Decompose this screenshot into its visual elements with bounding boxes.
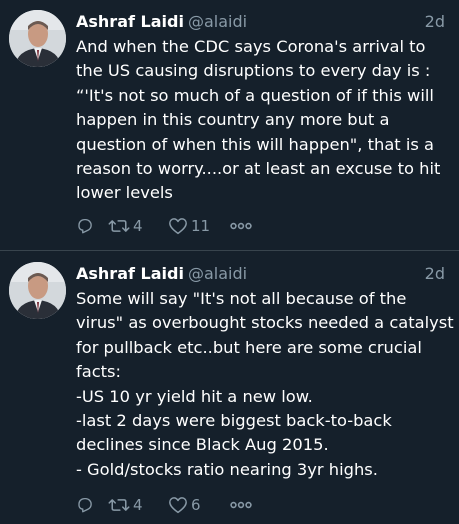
avatar[interactable] [9,262,66,319]
like-button[interactable]: 11 [168,216,230,236]
tweet-header: Ashraf Laidi @alaidi 2d [76,10,449,34]
retweet-button[interactable]: 4 [108,495,168,515]
like-count: 11 [191,217,211,235]
tweet-header: Ashraf Laidi @alaidi 2d [76,262,449,286]
tweet[interactable]: Ashraf Laidi @alaidi 2d And when the CDC … [0,0,459,251]
tweet-actions: 4 11 [76,214,252,238]
retweet-button[interactable]: 4 [108,216,168,236]
like-count: 6 [191,496,201,514]
avatar-image [9,262,66,319]
reply-icon [78,218,92,234]
reply-icon [78,497,92,513]
retweet-icon [108,499,130,511]
tweet[interactable]: Ashraf Laidi @alaidi 2d Some will say "It… [0,252,459,524]
more-icon [230,501,252,509]
reply-button[interactable] [76,496,104,514]
tweet-text: And when the CDC says Corona's arrival t… [76,37,441,203]
retweet-count: 4 [133,217,143,235]
more-options-button[interactable] [230,501,252,509]
more-icon [230,222,252,230]
tweet-text: Some will say "It's not all because of t… [76,289,454,479]
tweet-actions: 4 6 [76,493,252,517]
more-options-button[interactable] [230,222,252,230]
avatar[interactable] [9,10,66,67]
retweet-count: 4 [133,496,143,514]
tweet-timestamp[interactable]: 2d [425,262,445,286]
heart-icon [169,497,187,514]
author-handle[interactable]: @alaidi [188,12,247,31]
retweet-icon [108,220,130,232]
author-name[interactable]: Ashraf Laidi [76,12,184,31]
like-button[interactable]: 6 [168,495,230,515]
tweet-timestamp[interactable]: 2d [425,10,445,34]
avatar-image [9,10,66,67]
author-handle[interactable]: @alaidi [188,264,247,283]
heart-icon [169,218,187,235]
reply-button[interactable] [76,217,104,235]
author-name[interactable]: Ashraf Laidi [76,264,184,283]
